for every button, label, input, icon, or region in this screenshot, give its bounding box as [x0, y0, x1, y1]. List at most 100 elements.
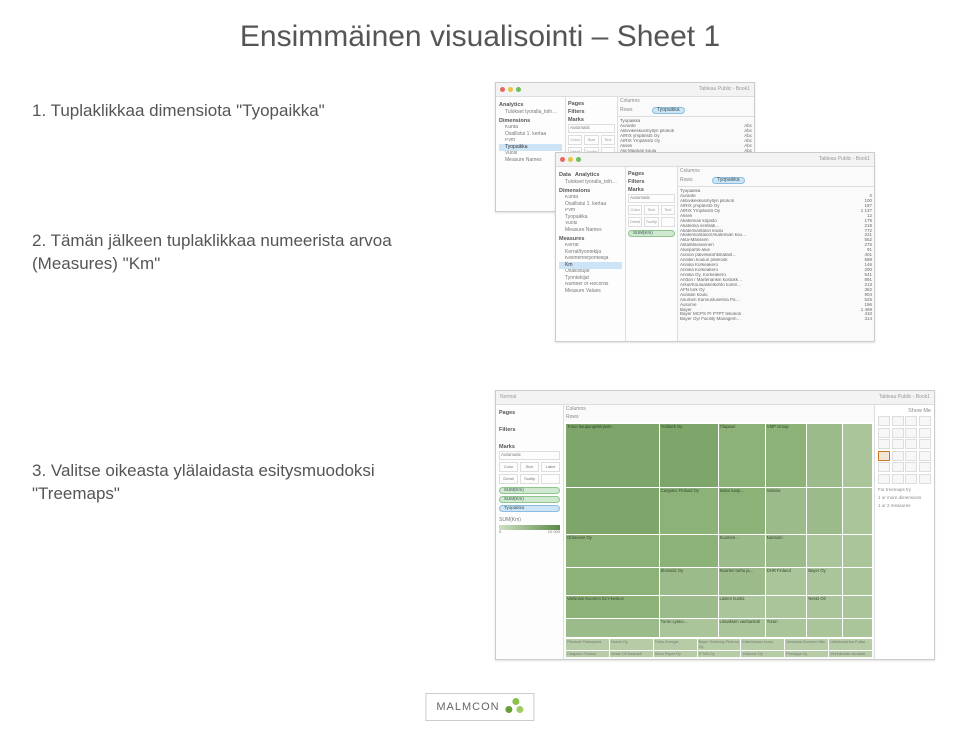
window-title: Tableau Public - Book1: [879, 395, 930, 401]
marks-size[interactable]: Size: [520, 462, 539, 472]
marks-label: Marks: [499, 444, 560, 450]
meas-item[interactable]: Measure Values: [559, 288, 622, 295]
data-source[interactable]: Tulokset tyoralla_toih…: [559, 179, 622, 186]
tableau-screenshot-3: Normal Tableau Public - Book1 Pages Filt…: [495, 390, 935, 660]
dim-item[interactable]: Measure Names: [499, 157, 562, 164]
data-pane: Data Analytics Tulokset tyoralla_toih… D…: [556, 167, 626, 341]
marks-card: Pages Filters Marks Automatic Color Size…: [626, 167, 678, 341]
show-me-option[interactable]: [905, 451, 917, 461]
show-me-option[interactable]: [905, 474, 917, 484]
filters-shelf[interactable]: Filters: [628, 179, 675, 185]
pages-shelf[interactable]: Pages: [568, 101, 615, 107]
data-source[interactable]: Tulokset tyoralla_toih…: [499, 109, 562, 116]
show-me-option[interactable]: [905, 462, 917, 472]
marks-color[interactable]: Color: [499, 462, 518, 472]
window-chrome: Tableau Public - Book1: [556, 153, 874, 167]
show-me-option[interactable]: [878, 439, 890, 449]
marks-tooltip[interactable]: Tooltip: [644, 217, 658, 227]
marks-type-dropdown[interactable]: Automatic: [499, 451, 560, 460]
pages-shelf[interactable]: Pages: [499, 410, 560, 416]
dimensions-header: Dimensions: [559, 188, 622, 194]
show-me-option[interactable]: [878, 428, 890, 438]
show-me-option[interactable]: [878, 416, 890, 426]
show-me-hint: 1 or more dimensions: [878, 495, 931, 500]
show-me-option[interactable]: [919, 428, 931, 438]
filters-shelf[interactable]: Filters: [499, 427, 560, 433]
pill-color-sumkm[interactable]: SUM(Km): [499, 487, 560, 494]
rows-shelf[interactable]: Rows: [680, 178, 708, 184]
marks-text[interactable]: Text: [661, 205, 675, 215]
marks-color[interactable]: Color: [628, 205, 642, 215]
left-shelves: Pages Filters Marks Automatic Color Size…: [496, 405, 564, 659]
step-1-text: 1. Tuplaklikkaa dimensiota "Tyopaikka": [32, 100, 402, 123]
show-me-panel[interactable]: Show Me For treemaps try 1 or more dimen…: [874, 405, 934, 659]
treemap-viz: Turun kaupunginkirjastoTrafotek OyTilapä…: [564, 422, 874, 639]
marks-size[interactable]: Size: [644, 205, 658, 215]
show-me-option[interactable]: [919, 474, 931, 484]
show-me-option[interactable]: [905, 416, 917, 426]
filters-shelf[interactable]: Filters: [568, 109, 615, 115]
treemap-lower: Pilkokoti PlatanpesäHusön OyTurku Energi…: [564, 639, 874, 659]
fit-dropdown[interactable]: Normal: [500, 395, 516, 401]
pill-tyopaikka[interactable]: Tyopaikka: [652, 107, 685, 115]
show-me-option[interactable]: [892, 416, 904, 426]
analytics-tab[interactable]: Analytics: [499, 102, 562, 108]
columns-shelf[interactable]: Columns: [680, 169, 708, 175]
pages-shelf[interactable]: Pages: [628, 171, 675, 177]
dim-item[interactable]: Measure Names: [559, 227, 622, 234]
show-me-option[interactable]: [892, 439, 904, 449]
dimensions-header: Dimensions: [499, 118, 562, 124]
show-me-option[interactable]: [919, 462, 931, 472]
marks-type-dropdown[interactable]: Automatic: [628, 194, 675, 203]
step-2-text: 2. Tämän jälkeen tuplaklikkaa numeerista…: [32, 230, 402, 276]
show-me-option[interactable]: [892, 462, 904, 472]
marks-detail[interactable]: Detail: [628, 217, 642, 227]
show-me-title: Show Me: [878, 408, 931, 414]
marks-detail[interactable]: Detail: [499, 474, 518, 484]
pill-sumkm[interactable]: SUM(Km): [628, 230, 675, 237]
show-me-hint: For treemaps try: [878, 487, 931, 492]
marks-label: Marks: [628, 187, 675, 193]
data-tab[interactable]: Data: [559, 172, 571, 178]
columns-shelf[interactable]: Columns: [620, 99, 648, 105]
logo-text: MALMCON: [436, 701, 499, 713]
marks-color[interactable]: Color: [568, 135, 582, 145]
show-me-option[interactable]: [919, 416, 931, 426]
pill-label-tyopaikka[interactable]: Tyopaikka: [499, 505, 560, 512]
show-me-option[interactable]: [919, 439, 931, 449]
show-me-option[interactable]: [919, 451, 931, 461]
show-me-option[interactable]: [905, 428, 917, 438]
show-me-option[interactable]: [878, 462, 890, 472]
tableau-screenshot-2: Tableau Public - Book1 Data Analytics Tu…: [555, 152, 875, 342]
rows-shelf[interactable]: Rows: [620, 108, 648, 114]
show-me-hint: 1 or 2 measures: [878, 503, 931, 508]
malmcon-logo: MALMCON: [425, 693, 534, 721]
columns-shelf[interactable]: Columns: [566, 407, 594, 413]
viz-area: TyopaikkaAurante0Aktiivikeskusmyllyn pit…: [678, 186, 874, 341]
marks-text[interactable]: Text: [601, 135, 615, 145]
show-me-option[interactable]: [878, 474, 890, 484]
show-me-option[interactable]: [892, 474, 904, 484]
analytics-tab[interactable]: Analytics: [575, 172, 599, 178]
step-3-text: 3. Valitse oikeasta ylälaidasta esitysmu…: [32, 460, 402, 506]
marks-type-dropdown[interactable]: Automatic: [568, 124, 615, 133]
window-title: Tableau Public - Book1: [819, 157, 870, 163]
measures-header: Measures: [559, 236, 622, 242]
show-me-option[interactable]: [892, 451, 904, 461]
marks-label: Marks: [568, 117, 615, 123]
window-chrome: Tableau Public - Book1: [496, 83, 754, 97]
marks-size[interactable]: Size: [584, 135, 598, 145]
marks-label[interactable]: Label: [541, 462, 560, 472]
window-chrome: Normal Tableau Public - Book1: [496, 391, 934, 405]
window-title: Tableau Public - Book1: [699, 87, 750, 93]
page-title: Ensimmäinen visualisointi – Sheet 1: [0, 20, 960, 54]
color-legend-label: SUM(Km): [499, 518, 560, 524]
show-me-option[interactable]: [892, 428, 904, 438]
rows-shelf[interactable]: Rows: [566, 415, 594, 421]
show-me-option[interactable]: [878, 451, 890, 461]
show-me-option[interactable]: [905, 439, 917, 449]
pill-tyopaikka[interactable]: Tyopaikka: [712, 177, 745, 185]
logo-icon: [506, 698, 524, 716]
pill-size-sumkm[interactable]: SUM(Km): [499, 496, 560, 503]
marks-tooltip[interactable]: Tooltip: [520, 474, 539, 484]
